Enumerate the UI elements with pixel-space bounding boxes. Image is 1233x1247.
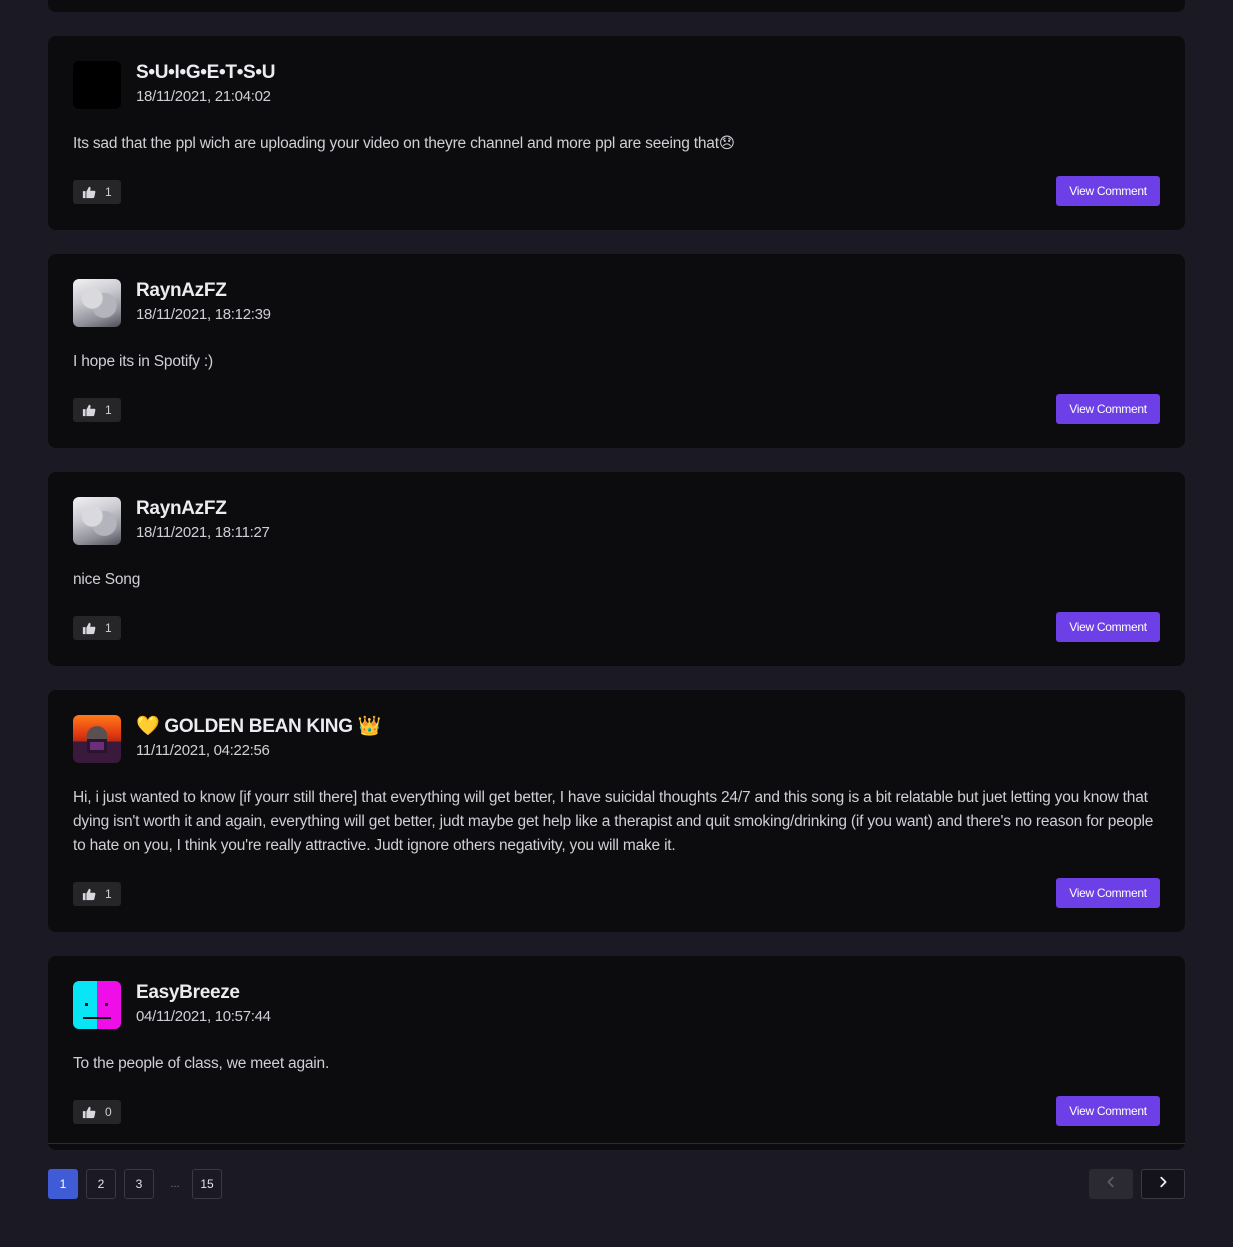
next-page-button[interactable]: [1141, 1169, 1185, 1199]
comment-text: nice Song: [73, 571, 141, 588]
like-button[interactable]: 0: [73, 1100, 121, 1124]
view-comment-button[interactable]: View Comment: [1056, 394, 1160, 424]
avatar[interactable]: [73, 715, 121, 763]
previous-page-button[interactable]: [1089, 1169, 1133, 1199]
like-button[interactable]: 1: [73, 882, 121, 906]
comment-card: 💛 GOLDEN BEAN KING 👑 11/11/2021, 04:22:5…: [48, 690, 1185, 932]
like-count: 1: [105, 621, 112, 635]
username[interactable]: RaynAzFZ: [136, 497, 270, 521]
comment-card: S•U•I•G•E•T•S•U 18/11/2021, 21:04:02 Its…: [48, 36, 1185, 230]
comment-card: RaynAzFZ 18/11/2021, 18:12:39 I hope its…: [48, 254, 1185, 448]
pagination-ellipsis: ...: [170, 1178, 180, 1190]
comment-card: EasyBreeze 04/11/2021, 10:57:44 To the p…: [48, 956, 1185, 1150]
view-comment-button[interactable]: View Comment: [1056, 612, 1160, 642]
comment-text: Its sad that the ppl wich are uploading …: [73, 135, 735, 152]
timestamp: 18/11/2021, 18:12:39: [136, 306, 271, 323]
comment-list: S•U•I•G•E•T•S•U 18/11/2021, 21:04:02 Its…: [48, 36, 1185, 1174]
avatar[interactable]: [73, 981, 121, 1029]
timestamp: 04/11/2021, 10:57:44: [136, 1008, 271, 1025]
comment-meta: RaynAzFZ 18/11/2021, 18:11:27: [136, 497, 270, 545]
comment-footer: 1 View Comment: [73, 176, 1160, 206]
previous-comment-card: [48, 0, 1185, 12]
like-count: 1: [105, 403, 112, 417]
page-button-3[interactable]: 3: [124, 1169, 154, 1199]
chevron-right-icon: [1156, 1175, 1170, 1194]
comment-footer: 0 View Comment: [73, 1096, 1160, 1126]
timestamp: 18/11/2021, 21:04:02: [136, 88, 271, 105]
avatar[interactable]: [73, 497, 121, 545]
comment-meta: EasyBreeze 04/11/2021, 10:57:44: [136, 981, 271, 1029]
comment-meta: 💛 GOLDEN BEAN KING 👑 11/11/2021, 04:22:5…: [136, 715, 381, 763]
username[interactable]: S•U•I•G•E•T•S•U: [136, 61, 276, 85]
like-button[interactable]: 1: [73, 180, 121, 204]
like-button[interactable]: 1: [73, 398, 121, 422]
pagination: 1 2 3 ... 15: [48, 1169, 230, 1199]
comment-text: I hope its in Spotify :): [73, 353, 213, 370]
comment-header: S•U•I•G•E•T•S•U 18/11/2021, 21:04:02: [73, 61, 1160, 109]
username[interactable]: 💛 GOLDEN BEAN KING 👑: [136, 715, 381, 739]
timestamp: 18/11/2021, 18:11:27: [136, 524, 270, 541]
divider: [48, 1143, 1185, 1144]
comment-meta: S•U•I•G•E•T•S•U 18/11/2021, 21:04:02: [136, 61, 276, 109]
timestamp: 11/11/2021, 04:22:56: [136, 742, 270, 759]
comment-text: To the people of class, we meet again.: [73, 1055, 330, 1072]
chevron-left-icon: [1104, 1175, 1118, 1194]
thumbs-up-icon: [82, 621, 96, 635]
comment-meta: RaynAzFZ 18/11/2021, 18:12:39: [136, 279, 271, 327]
page-navigation: [1089, 1169, 1185, 1199]
thumbs-up-icon: [82, 1105, 96, 1119]
like-count: 1: [105, 185, 112, 199]
comment-footer: 1 View Comment: [73, 394, 1160, 424]
comment-header: 💛 GOLDEN BEAN KING 👑 11/11/2021, 04:22:5…: [73, 715, 1160, 763]
comment-header: RaynAzFZ 18/11/2021, 18:11:27: [73, 497, 1160, 545]
avatar[interactable]: [73, 279, 121, 327]
avatar[interactable]: [73, 61, 121, 109]
view-comment-button[interactable]: View Comment: [1056, 176, 1160, 206]
username[interactable]: RaynAzFZ: [136, 279, 271, 303]
comment-text: Hi, i just wanted to know [if yourr stil…: [73, 789, 1154, 854]
comment-header: EasyBreeze 04/11/2021, 10:57:44: [73, 981, 1160, 1029]
comment-card: RaynAzFZ 18/11/2021, 18:11:27 nice Song …: [48, 472, 1185, 666]
comment-header: RaynAzFZ 18/11/2021, 18:12:39: [73, 279, 1160, 327]
thumbs-up-icon: [82, 403, 96, 417]
comment-footer: 1 View Comment: [73, 878, 1160, 908]
thumbs-up-icon: [82, 887, 96, 901]
username[interactable]: EasyBreeze: [136, 981, 271, 1005]
view-comment-button[interactable]: View Comment: [1056, 1096, 1160, 1126]
page-button-2[interactable]: 2: [86, 1169, 116, 1199]
like-count: 0: [105, 1105, 112, 1119]
view-comment-button[interactable]: View Comment: [1056, 878, 1160, 908]
thumbs-up-icon: [82, 185, 96, 199]
page-button-last[interactable]: 15: [192, 1169, 222, 1199]
like-button[interactable]: 1: [73, 616, 121, 640]
like-count: 1: [105, 887, 112, 901]
page-button-1[interactable]: 1: [48, 1169, 78, 1199]
comment-footer: 1 View Comment: [73, 612, 1160, 642]
